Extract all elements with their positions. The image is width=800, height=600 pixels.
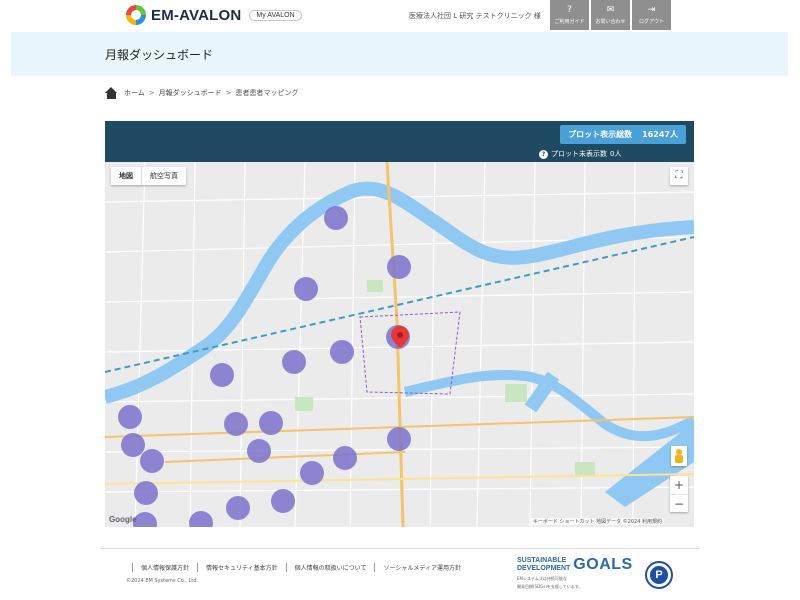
google-logo: Google (109, 515, 137, 524)
patient-cluster[interactable] (333, 446, 357, 470)
patient-cluster[interactable] (210, 363, 234, 387)
patient-cluster[interactable] (300, 461, 324, 485)
map-type-satellite[interactable]: 航空写真 (141, 167, 186, 185)
plot-total-label: プロット表示総数 (568, 130, 633, 139)
plot-total-badge: プロット表示総数 16247人 (560, 125, 686, 144)
question-icon[interactable]: ? (539, 149, 548, 159)
patient-cluster[interactable] (224, 412, 248, 436)
sdgs-sustainable: SUSTAINABLE (517, 557, 567, 564)
zoom-control: + − (670, 476, 688, 512)
patient-cluster[interactable] (294, 277, 318, 301)
breadcrumb-current: 患者患者マッピング (235, 89, 299, 97)
zoom-in-button[interactable]: + (670, 476, 688, 494)
footer-divider (100, 548, 700, 549)
fullscreen-icon[interactable]: ⛶ (670, 167, 688, 185)
logout-button-label: ログアウト (638, 19, 664, 25)
patient-cluster[interactable] (140, 449, 164, 473)
copyright: ©2024 EM Systems Co., Ltd. (126, 578, 198, 584)
help-icon: ? (567, 5, 572, 15)
contact-button[interactable]: ✉ お問い合わせ (591, 0, 630, 30)
contact-button-label: お問い合わせ (595, 19, 626, 25)
patient-cluster[interactable] (121, 433, 145, 457)
plot-total-value: 16247人 (642, 130, 678, 139)
patient-cluster[interactable] (134, 481, 158, 505)
guide-button-label: ご利用ガイド (554, 19, 585, 25)
footer-links: 個人情報保護方針 情報セキュリティ基本方針 個人情報の取扱いについて ソーシャル… (132, 563, 469, 572)
sdgs-note-line2: 開発目標(SDGs)を支援しています。 (517, 584, 583, 589)
patient-map-panel: プロット表示総数 16247人 ? プロット未表示数 0人 地図 航空写真 ⛶ … (105, 121, 694, 527)
clinic-name: 医療法人社団 L 研究 テストクリニック 様 (409, 12, 541, 20)
plot-missing-info: ? プロット未表示数 0人 (539, 149, 621, 159)
map-type-control: 地図 航空写真 (111, 167, 186, 185)
patient-cluster[interactable] (226, 496, 250, 520)
patient-cluster[interactable] (387, 255, 411, 279)
footer-link-privacy[interactable]: 個人情報保護方針 (132, 563, 197, 572)
patient-cluster[interactable] (271, 489, 295, 513)
zoom-out-button[interactable]: − (670, 494, 688, 512)
breadcrumb-dashboard[interactable]: 月報ダッシュボード (159, 88, 222, 98)
sdgs-development: DEVELOPMENT (517, 565, 571, 572)
guide-button[interactable]: ? ご利用ガイド (550, 0, 589, 30)
logout-icon: ⇥ (647, 5, 656, 15)
patient-cluster[interactable] (259, 411, 283, 435)
breadcrumb-home[interactable]: ホーム (124, 88, 145, 98)
privacy-mark-badge: P (645, 561, 673, 589)
plot-missing-label: プロット未表示数 (551, 150, 607, 158)
privacy-mark-letter: P (650, 566, 668, 584)
patient-cluster[interactable] (330, 340, 354, 364)
footer-link-social-media[interactable]: ソーシャルメディア運用方針 (374, 563, 468, 572)
logout-button[interactable]: ⇥ ログアウト (632, 0, 671, 30)
plot-missing-value: 0人 (610, 150, 622, 158)
sdgs-note-line1: EMシステムズは持続可能な (517, 576, 567, 581)
map-canvas[interactable]: 地図 航空写真 ⛶ + − Google キーボード ショートカット 地図データ… (105, 161, 694, 527)
page: EM-AVALON My AVALON 医療法人社団 L 研究 テストクリニック… (0, 0, 800, 600)
patient-cluster[interactable] (282, 350, 306, 374)
breadcrumb-separator: > (225, 89, 232, 97)
home-icon[interactable] (105, 87, 118, 99)
breadcrumb: ホーム > 月報ダッシュボード > 患者患者マッピング (105, 87, 299, 99)
patient-cluster[interactable] (387, 427, 411, 451)
patient-cluster[interactable] (118, 405, 142, 429)
map-type-map[interactable]: 地図 (111, 167, 141, 185)
map-header: プロット表示総数 16247人 ? プロット未表示数 0人 (105, 121, 694, 162)
page-title: 月報ダッシュボード (105, 48, 214, 62)
mail-icon: ✉ (606, 5, 615, 15)
my-avalon-link[interactable]: My AVALON (249, 9, 302, 21)
sdgs-goals: GOALS (573, 556, 633, 573)
sdgs-logo: SUSTAINABLE DEVELOPMENT GOALS EMシステムズは持続… (517, 556, 633, 590)
patient-cluster[interactable] (247, 439, 271, 463)
footer-link-security[interactable]: 情報セキュリティ基本方針 (197, 563, 286, 572)
street-view-pegman-icon[interactable] (671, 446, 687, 466)
top-header: EM-AVALON My AVALON 医療法人社団 L 研究 テストクリニック… (0, 0, 800, 30)
logo-text: EM-AVALON (151, 6, 242, 24)
em-avalon-logo[interactable]: EM-AVALON My AVALON (126, 4, 302, 26)
footer-link-personal-info[interactable]: 個人情報の取扱いについて (285, 563, 375, 572)
patient-cluster[interactable] (324, 206, 348, 230)
logo-mark-icon (126, 5, 146, 25)
breadcrumb-separator: > (148, 89, 155, 97)
map-svg (105, 161, 694, 527)
map-attribution[interactable]: キーボード ショートカット 地図データ ©2024 利用規約 (530, 518, 664, 525)
title-band: 月報ダッシュボード (11, 32, 788, 76)
